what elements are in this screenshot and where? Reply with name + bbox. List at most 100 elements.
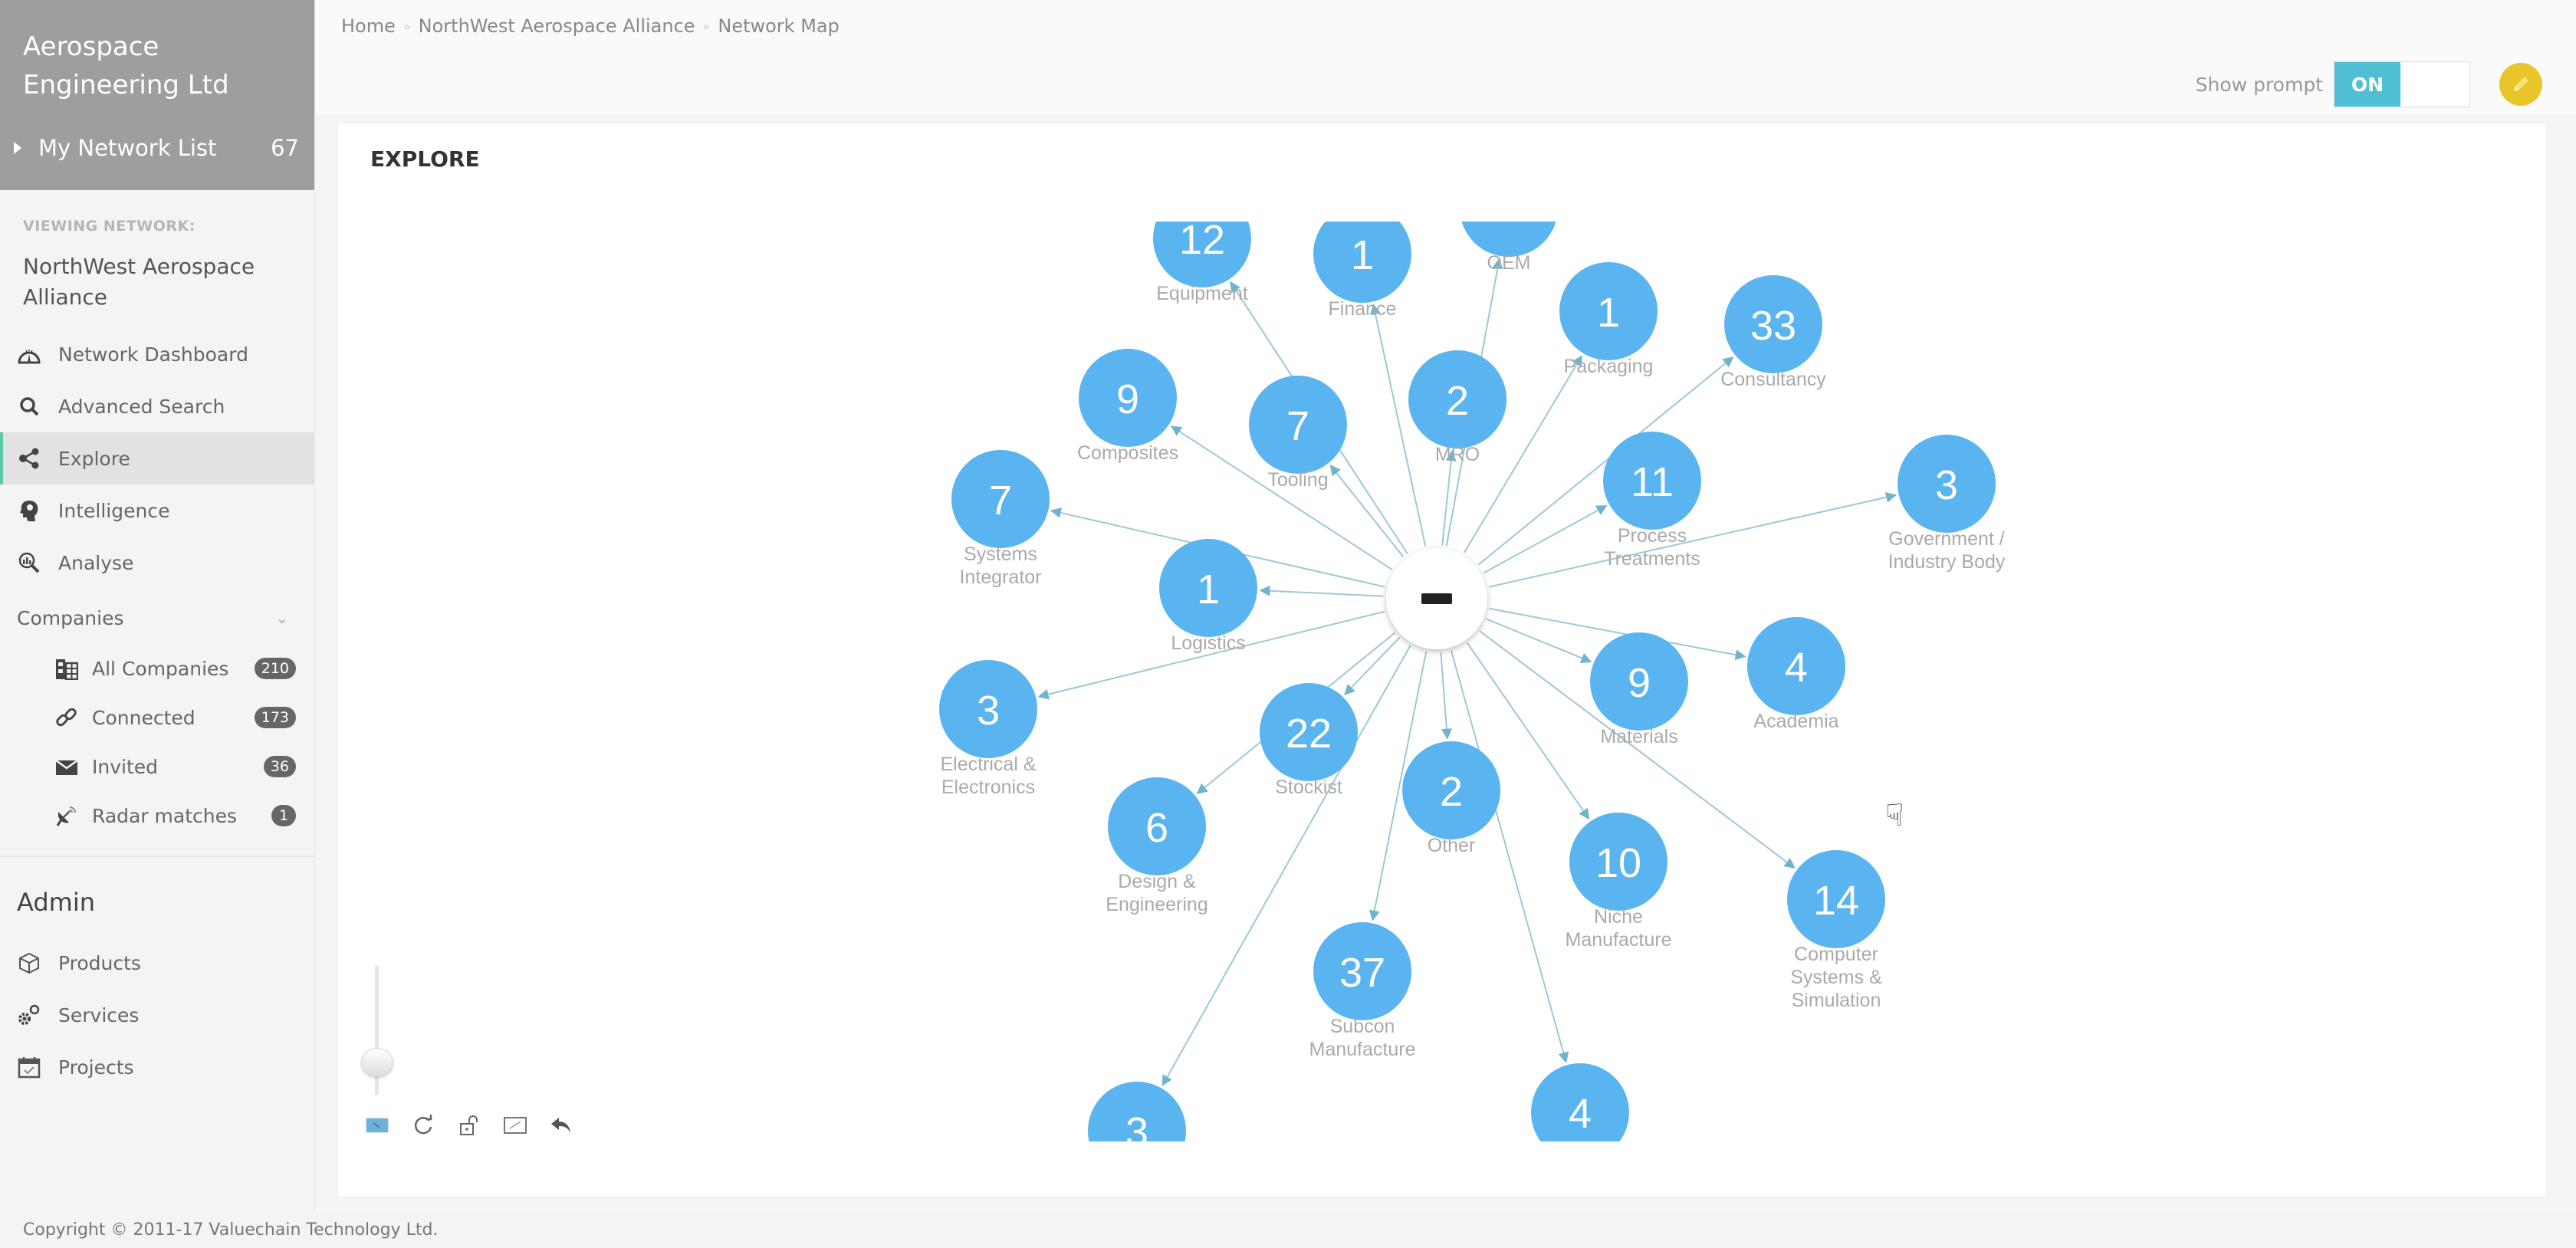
breadcrumb-separator: » (402, 18, 411, 34)
graph-node[interactable]: 22 Stockist (1260, 683, 1358, 798)
nav-analyse[interactable]: Analyse (0, 537, 314, 589)
caret-right-icon (14, 142, 21, 154)
graph-node-count: 33 (1750, 303, 1796, 349)
graph-node[interactable]: 9 Composites (1077, 349, 1178, 464)
graph-node[interactable]: 6 Design &Engineering (1106, 777, 1208, 915)
nav-label: Services (58, 1003, 140, 1026)
nav-products[interactable]: Products (0, 937, 314, 989)
graph-node-label: Treatments (1604, 548, 1700, 570)
overview-map-button[interactable] (364, 1114, 390, 1137)
graph-node[interactable]: 10 NicheManufacture (1566, 813, 1672, 951)
show-prompt-toggle[interactable]: ON (2334, 61, 2470, 107)
graph-node[interactable]: 1 Logistics (1159, 539, 1257, 654)
graph-node-label: OEM (1487, 252, 1531, 274)
nav-label: Analyse (58, 551, 134, 574)
undo-button[interactable] (548, 1114, 574, 1137)
graph-node-label: Consultancy (1720, 369, 1826, 390)
organisation-name[interactable]: Aerospace Engineering Ltd (23, 28, 299, 104)
graph-node[interactable]: 1 Packaging (1559, 262, 1658, 377)
nav-radar-matches[interactable]: Radar matches 1 (0, 791, 314, 840)
graph-edge (1483, 504, 1608, 574)
nav-label: Explore (58, 447, 130, 470)
zoom-slider-thumb[interactable] (361, 1047, 393, 1077)
breadcrumb-home[interactable]: Home (341, 15, 396, 37)
brain-head-icon (15, 497, 43, 524)
undo-icon (551, 1118, 570, 1133)
show-prompt-control: Show prompt ON (2196, 61, 2542, 107)
graph-node[interactable]: 33 Consultancy (1720, 275, 1826, 390)
graph-node-count: 3 (1125, 1109, 1148, 1155)
graph-node-circle[interactable] (1460, 159, 1558, 257)
graph-node[interactable]: 37 SubconManufacture (1309, 922, 1416, 1060)
graph-edge (1440, 652, 1452, 740)
graph-node[interactable]: 9 Materials (1590, 632, 1688, 747)
graph-node-count: 3 (977, 688, 1000, 734)
nav-connected[interactable]: Connected 173 (0, 693, 314, 742)
fit-screen-icon (504, 1117, 527, 1134)
nav-all-companies[interactable]: All Companies 210 (0, 644, 314, 693)
copyright-text: Copyright © 2011-17 Valuechain Technolog… (23, 1220, 439, 1240)
main-nav: Network Dashboard Advanced Search Explor… (0, 328, 314, 589)
graph-node-count: 37 (1339, 950, 1385, 996)
graph-node[interactable]: 7 SystemsIntegrator (951, 450, 1050, 588)
graph-node[interactable]: 3 (1088, 1082, 1186, 1180)
companies-label: Companies (17, 606, 124, 629)
graph-node-label: Materials (1600, 726, 1677, 747)
nav-label: Products (58, 951, 141, 974)
graph-node-count: 4 (1569, 1091, 1592, 1137)
graph-node[interactable]: 2 Other (1402, 741, 1500, 856)
graph-node[interactable]: 11 ProcessTreatments (1603, 432, 1701, 570)
nav-projects[interactable]: Projects (0, 1041, 314, 1093)
breadcrumb-network[interactable]: NorthWest Aerospace Alliance (419, 15, 695, 37)
unlock-icon (460, 1115, 478, 1135)
nav-advanced-search[interactable]: Advanced Search (0, 380, 314, 432)
viewing-network-label: VIEWING NETWORK: (23, 218, 196, 235)
graph-node[interactable]: 7 Tooling (1249, 376, 1347, 491)
edit-button[interactable] (2499, 63, 2542, 106)
nav-invited[interactable]: Invited 36 (0, 742, 314, 791)
network-graph[interactable]: 12Equipment1FinanceOEM1Packaging33Consul… (338, 123, 2546, 1197)
my-network-list[interactable]: My Network List 67 (11, 130, 299, 166)
fit-screen-button[interactable] (502, 1114, 528, 1137)
graph-node[interactable]: 4 (1531, 1063, 1629, 1161)
graph-node-label: Niche (1594, 906, 1643, 928)
graph-node[interactable]: 2 MRO (1408, 350, 1506, 465)
nav-network-dashboard[interactable]: Network Dashboard (0, 328, 314, 380)
box-icon (15, 949, 43, 977)
graph-node-label: Stockist (1275, 777, 1342, 798)
graph-center-node[interactable] (1386, 548, 1487, 649)
search-icon (15, 392, 43, 420)
graph-node-count: 4 (1785, 645, 1808, 691)
network-name: NorthWest Aerospace Alliance (23, 254, 255, 310)
graph-node-label: MRO (1435, 444, 1480, 465)
companies-section-toggle[interactable]: Companies ⌄ (0, 592, 314, 644)
show-prompt-label: Show prompt (2195, 73, 2323, 96)
explore-panel: EXPLORE 12 Equipment 1 Finance OEM 1 Packaging… (337, 123, 2547, 1197)
graph-node-count: 2 (1440, 769, 1463, 815)
graph-node[interactable]: 12 Equipment (1153, 189, 1251, 304)
graph-node-count: 7 (989, 478, 1012, 524)
gears-icon (15, 1001, 43, 1029)
graph-node[interactable]: OEM (1460, 159, 1558, 274)
refresh-button[interactable] (410, 1114, 436, 1137)
nav-intelligence[interactable]: Intelligence (0, 484, 314, 537)
calendar-check-icon (15, 1053, 43, 1081)
graph-node-count: 1 (1351, 232, 1374, 278)
graph-edge (1489, 491, 1898, 588)
nav-services[interactable]: Services (0, 989, 314, 1041)
graph-node[interactable]: 3 Electrical &Electronics (939, 660, 1037, 798)
graph-node-count: 7 (1286, 403, 1309, 449)
graph-node[interactable]: 3 Government /Industry Body (1888, 435, 2006, 573)
graph-node-label: Academia (1753, 711, 1838, 732)
unlock-button[interactable] (456, 1114, 482, 1137)
buildings-icon (54, 655, 80, 681)
count-badge: 1 (271, 805, 296, 826)
toggle-state: ON (2334, 62, 2400, 107)
nav-explore[interactable]: Explore (0, 432, 314, 484)
count-badge: 36 (263, 756, 296, 777)
graph-node[interactable]: 4 Academia (1747, 617, 1845, 732)
graph-node[interactable]: 1 Finance (1313, 205, 1411, 320)
graph-node-count: 22 (1286, 711, 1332, 757)
graph-node-label: Engineering (1106, 894, 1208, 915)
graph-node[interactable]: 14 ComputerSystems &Simulation (1787, 850, 1885, 1011)
